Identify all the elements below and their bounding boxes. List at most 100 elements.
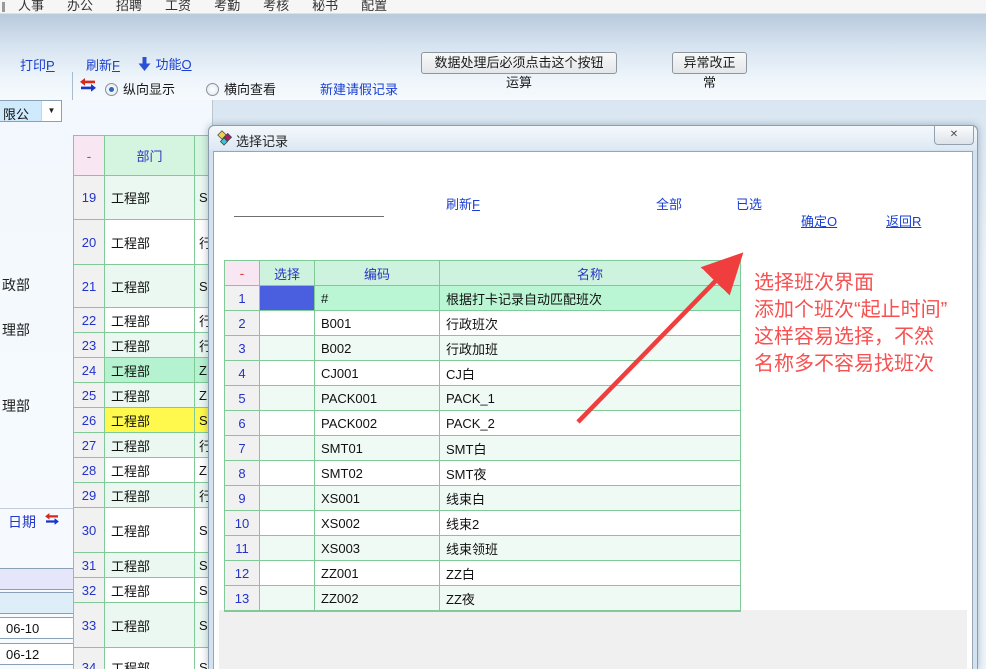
menu-item[interactable]: 配置 — [361, 0, 387, 14]
row-number-cell[interactable]: 31 — [74, 553, 105, 578]
row-number-cell[interactable]: 7 — [225, 436, 260, 461]
row-number-cell[interactable]: 23 — [74, 333, 105, 358]
row-number-cell[interactable]: 2 — [225, 311, 260, 336]
name-cell[interactable]: SMT夜 — [440, 461, 740, 486]
select-cell[interactable] — [260, 486, 315, 511]
dept-cell[interactable]: 工程部 — [105, 383, 195, 408]
table-row[interactable]: 13ZZ002ZZ夜 — [225, 586, 740, 611]
name-cell[interactable]: 根据打卡记录自动匹配班次 — [440, 286, 740, 311]
row-number-cell[interactable]: 30 — [74, 508, 105, 553]
row-number-cell[interactable]: 13 — [225, 586, 260, 611]
table-row[interactable]: 2B001行政班次 — [225, 311, 740, 336]
row-number-cell[interactable]: 1 — [225, 286, 260, 311]
table-row[interactable]: 31工程部S — [74, 553, 213, 578]
table-row[interactable]: 7SMT01SMT白 — [225, 436, 740, 461]
code-cell[interactable]: XS003 — [315, 536, 440, 561]
dept-cell[interactable]: 工程部 — [105, 433, 195, 458]
row-number-cell[interactable]: 25 — [74, 383, 105, 408]
row-number-cell[interactable]: 9 — [225, 486, 260, 511]
select-cell[interactable] — [260, 361, 315, 386]
swap-direction-icon[interactable] — [80, 78, 96, 97]
row-number-cell[interactable]: 28 — [74, 458, 105, 483]
dept-cell[interactable]: 工程部 — [105, 358, 195, 383]
name-cell[interactable]: 线束2 — [440, 511, 740, 536]
row-number-cell[interactable]: 32 — [74, 578, 105, 603]
dept-cell[interactable]: 工程部 — [105, 176, 195, 220]
name-cell[interactable]: CJ白 — [440, 361, 740, 386]
close-icon[interactable]: ✕ — [934, 126, 974, 145]
row-number-cell[interactable]: 21 — [74, 265, 105, 308]
name-cell[interactable]: ZZ夜 — [440, 586, 740, 611]
row-number-cell[interactable]: 5 — [225, 386, 260, 411]
function-menu-link[interactable]: 功能O — [138, 54, 192, 74]
name-cell[interactable]: PACK_2 — [440, 411, 740, 436]
tree-item[interactable]: 理部 — [2, 320, 30, 340]
code-cell[interactable]: ZZ001 — [315, 561, 440, 586]
name-cell[interactable]: 线束领班 — [440, 536, 740, 561]
date-swap-icon[interactable] — [45, 512, 59, 530]
select-header-cell[interactable]: 选择 — [260, 261, 315, 286]
select-cell[interactable] — [260, 286, 315, 311]
process-data-button[interactable]: 数据处理后必须点击这个按钮运算 — [421, 52, 617, 74]
menu-item[interactable]: 招聘 — [116, 0, 142, 14]
search-input[interactable] — [234, 197, 384, 217]
name-cell[interactable]: 线束白 — [440, 486, 740, 511]
table-row[interactable]: 26工程部S — [74, 408, 213, 433]
dept-cell[interactable]: 工程部 — [105, 648, 195, 669]
table-row[interactable]: 4CJ001CJ白 — [225, 361, 740, 386]
select-cell[interactable] — [260, 461, 315, 486]
select-cell[interactable] — [260, 511, 315, 536]
select-cell[interactable] — [260, 561, 315, 586]
select-cell[interactable] — [260, 436, 315, 461]
code-cell[interactable]: B001 — [315, 311, 440, 336]
row-number-cell[interactable]: 19 — [74, 176, 105, 220]
dept-cell[interactable]: 工程部 — [105, 308, 195, 333]
table-row[interactable]: 10 XS002线束2 — [225, 511, 740, 536]
row-number-cell[interactable]: 27 — [74, 433, 105, 458]
dept-header-cell[interactable]: 部门 — [105, 136, 195, 176]
row-number-cell[interactable]: 10 — [225, 511, 260, 536]
menu-item[interactable]: 办公 — [67, 0, 93, 14]
select-cell[interactable] — [260, 336, 315, 361]
combo-arrow-icon[interactable]: ▼ — [41, 101, 61, 121]
row-number-cell[interactable]: 12 — [225, 561, 260, 586]
table-row[interactable]: 28工程部Z — [74, 458, 213, 483]
row-number-cell[interactable]: 26 — [74, 408, 105, 433]
table-row[interactable]: 1#根据打卡记录自动匹配班次 — [225, 286, 740, 311]
menu-item[interactable]: 人事 — [18, 0, 44, 14]
dialog-refresh-link[interactable]: 刷新F — [446, 194, 480, 213]
code-cell[interactable]: B002 — [315, 336, 440, 361]
select-cell[interactable] — [260, 311, 315, 336]
table-row[interactable]: 11 XS003线束领班 — [225, 536, 740, 561]
table-row[interactable]: 12ZZ001ZZ白 — [225, 561, 740, 586]
row-number-cell[interactable]: 11 — [225, 536, 260, 561]
table-row[interactable]: 33工程部S — [74, 603, 213, 648]
row-number-cell[interactable]: 33 — [74, 603, 105, 648]
back-link[interactable]: 返回R — [886, 211, 921, 230]
menu-item[interactable]: 考勤 — [214, 0, 240, 14]
horizontal-view-radio[interactable]: 横向查看 — [206, 79, 276, 99]
table-row[interactable]: 27工程部行 — [74, 433, 213, 458]
menu-item[interactable]: 考核 — [263, 0, 289, 14]
table-row[interactable]: 6PACK002PACK_2 — [225, 411, 740, 436]
tree-item[interactable]: 理部 — [2, 396, 30, 416]
table-row[interactable]: 20工程部行 — [74, 220, 213, 265]
dept-cell[interactable]: 工程部 — [105, 408, 195, 433]
name-cell[interactable]: 行政加班 — [440, 336, 740, 361]
table-row[interactable]: 25工程部Z — [74, 383, 213, 408]
select-cell[interactable] — [260, 386, 315, 411]
row-number-cell[interactable]: 24 — [74, 358, 105, 383]
select-cell[interactable] — [260, 536, 315, 561]
table-row[interactable]: 23工程部行 — [74, 333, 213, 358]
company-combo[interactable]: 限公司 ▼ — [0, 100, 62, 122]
select-cell[interactable] — [260, 586, 315, 611]
code-cell[interactable]: SMT02 — [315, 461, 440, 486]
all-link[interactable]: 全部 — [656, 194, 682, 213]
table-row[interactable]: 21工程部S — [74, 265, 213, 308]
row-number-cell[interactable]: 29 — [74, 483, 105, 508]
table-row[interactable]: 3B002行政加班 — [225, 336, 740, 361]
code-cell[interactable]: XS001 — [315, 486, 440, 511]
dept-cell[interactable]: 工程部 — [105, 578, 195, 603]
dept-cell[interactable]: 工程部 — [105, 265, 195, 308]
code-cell[interactable]: XS002 — [315, 511, 440, 536]
